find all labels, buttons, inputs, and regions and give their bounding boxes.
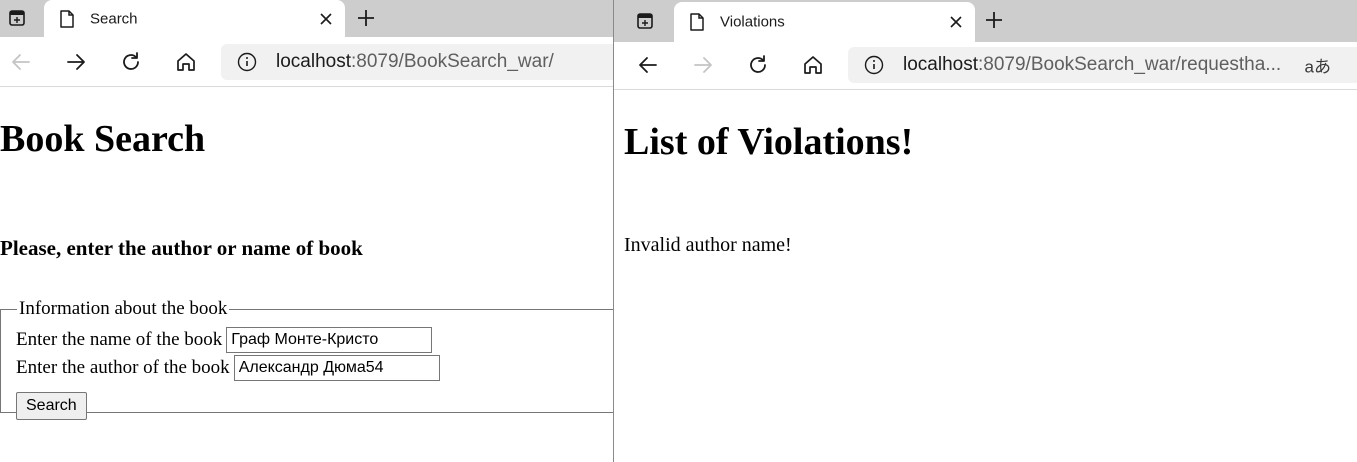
browser-window-violations: Violations localhost:8079/BookSearch_war… xyxy=(614,0,1357,462)
author-row: Enter the author of the book xyxy=(16,355,440,381)
page-icon xyxy=(689,13,705,31)
instructions-heading: Please, enter the author or name of book xyxy=(0,236,363,260)
book-info-fieldset: Information about the book Enter the nam… xyxy=(0,298,613,420)
url-text: localhost:8079/BookSearch_war/ xyxy=(276,51,554,72)
author-input[interactable] xyxy=(233,355,440,381)
back-arrow-icon xyxy=(639,57,657,73)
home-icon xyxy=(177,53,195,71)
book-name-label: Enter the name of the book xyxy=(16,329,223,350)
tab-strip: Violations xyxy=(614,0,1357,42)
navigation-toolbar: localhost:8079/BookSearch_war/requestha.… xyxy=(614,42,1357,90)
tab-violations[interactable]: Violations xyxy=(674,2,975,42)
back-button[interactable] xyxy=(9,50,33,74)
new-tab-button[interactable] xyxy=(984,10,1004,30)
navigation-toolbar: localhost:8079/BookSearch_war/ xyxy=(0,37,613,87)
violation-message: Invalid author name! xyxy=(624,234,792,256)
forward-arrow-icon xyxy=(694,57,712,73)
browser-window-search: Search localhost:8079/BookSearch_war/ Bo… xyxy=(0,0,613,462)
refresh-icon xyxy=(750,55,766,73)
tab-actions-icon[interactable] xyxy=(634,10,656,32)
address-bar[interactable]: localhost:8079/BookSearch_war/ xyxy=(221,44,613,80)
book-name-row: Enter the name of the book xyxy=(16,327,433,353)
page-title: List of Violations! xyxy=(624,121,914,163)
tab-actions-icon[interactable] xyxy=(6,7,28,29)
home-button[interactable] xyxy=(801,53,825,77)
refresh-button[interactable] xyxy=(119,50,143,74)
page-content: List of Violations! Invalid author name! xyxy=(614,90,1357,462)
search-button[interactable]: Search xyxy=(16,392,87,420)
info-icon[interactable] xyxy=(864,55,884,75)
tab-title: Search xyxy=(90,10,138,27)
address-bar[interactable]: localhost:8079/BookSearch_war/requestha.… xyxy=(848,47,1357,83)
close-icon[interactable] xyxy=(319,12,333,26)
refresh-button[interactable] xyxy=(746,53,770,77)
refresh-icon xyxy=(123,52,139,70)
tab-strip: Search xyxy=(0,0,613,37)
close-icon[interactable] xyxy=(949,15,963,29)
back-button[interactable] xyxy=(636,53,660,77)
forward-button[interactable] xyxy=(691,53,715,77)
tab-title: Violations xyxy=(720,13,785,31)
url-text: localhost:8079/BookSearch_war/requestha.… xyxy=(903,54,1282,75)
info-icon[interactable] xyxy=(237,52,257,72)
forward-button[interactable] xyxy=(64,50,88,74)
page-icon xyxy=(59,9,75,28)
book-name-input[interactable] xyxy=(226,327,433,353)
home-button[interactable] xyxy=(174,50,198,74)
plus-icon xyxy=(986,12,1002,28)
page-content: Book Search Please, enter the author or … xyxy=(0,87,613,462)
author-label: Enter the author of the book xyxy=(16,357,230,378)
tab-search[interactable]: Search xyxy=(44,0,345,37)
back-arrow-icon xyxy=(12,54,30,70)
home-icon xyxy=(804,56,822,74)
forward-arrow-icon xyxy=(67,54,85,70)
fieldset-legend: Information about the book xyxy=(17,298,230,320)
read-aloud-icon[interactable]: aあ xyxy=(1305,53,1331,78)
plus-icon xyxy=(358,10,374,26)
page-title: Book Search xyxy=(0,118,206,160)
new-tab-button[interactable] xyxy=(356,8,376,28)
